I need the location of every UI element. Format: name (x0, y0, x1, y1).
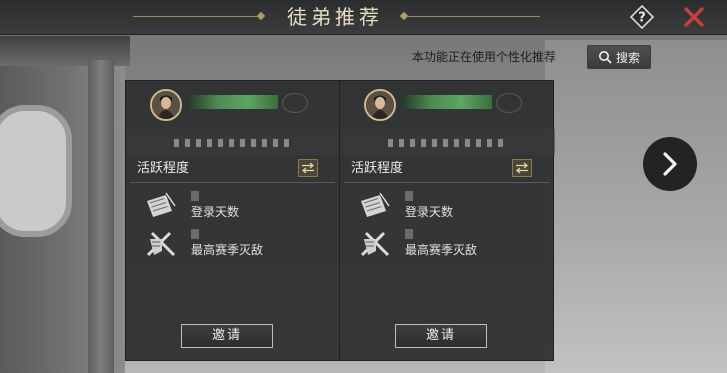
avatar-portrait (152, 91, 180, 119)
blurred-player-id (174, 139, 294, 147)
player-name-bar (402, 95, 492, 109)
page-title: 徒弟推荐 (287, 5, 383, 29)
swap-arrows-icon (301, 162, 315, 174)
crossed-blades-icon (146, 231, 176, 257)
activity-label: 活跃程度 (137, 161, 190, 176)
close-button[interactable] (682, 5, 706, 29)
card-ornament (496, 93, 522, 113)
stat-max-kills: 最高赛季灭敌 (144, 229, 324, 263)
stat-max-kills: 最高赛季灭敌 (358, 229, 538, 263)
chevron-right-icon (663, 152, 677, 176)
scroll-brush-icon (147, 192, 177, 217)
background-window (0, 105, 72, 237)
background-haze (545, 40, 727, 373)
search-button[interactable]: 搜索 (587, 45, 651, 69)
player-id-row (126, 129, 341, 155)
stat-login-days: 登录天数 (358, 191, 538, 225)
background-pillar (88, 60, 114, 373)
search-label: 搜索 (615, 50, 640, 65)
invite-button[interactable]: 邀请 (181, 324, 273, 348)
activity-header: 活跃程度 (130, 156, 335, 183)
title-diamond-left (256, 11, 266, 21)
stat-value-hidden (191, 229, 199, 239)
avatar-portrait (366, 91, 394, 119)
stat-label: 登录天数 (191, 205, 240, 219)
player-id-row (340, 129, 555, 155)
stat-login-days: 登录天数 (144, 191, 324, 225)
card-ornament (282, 93, 308, 113)
question-diamond-icon: ? (629, 4, 655, 30)
avatar[interactable] (364, 89, 396, 121)
player-name-bar (188, 95, 278, 109)
swap-button[interactable] (512, 159, 532, 177)
close-x-icon (684, 7, 704, 27)
title-ornament-left (133, 16, 261, 17)
personalized-notice: 本功能正在使用个性化推荐 (412, 50, 557, 64)
disciple-card: 活跃程度 登录天数 最高赛季灭敌 邀请 (125, 80, 341, 361)
stat-label: 最高赛季灭敌 (191, 243, 264, 257)
blurred-player-id (388, 139, 508, 147)
svg-text:?: ? (638, 11, 646, 26)
title-ornament-right (405, 16, 540, 17)
scroll-brush-icon (361, 192, 391, 217)
next-page-button[interactable] (643, 137, 697, 191)
stat-value-hidden (405, 229, 413, 239)
stat-label: 登录天数 (405, 205, 454, 219)
swap-arrows-icon (515, 162, 529, 174)
swap-button[interactable] (298, 159, 318, 177)
activity-label: 活跃程度 (351, 161, 404, 176)
stat-label: 最高赛季灭敌 (405, 243, 478, 257)
title-bar: 徒弟推荐 ? (0, 0, 727, 35)
invite-button[interactable]: 邀请 (395, 324, 487, 348)
avatar[interactable] (150, 89, 182, 121)
crossed-blades-icon (360, 231, 390, 257)
disciple-card: 活跃程度 登录天数 最高赛季灭敌 邀请 (339, 80, 555, 361)
stat-value-hidden (191, 191, 199, 201)
activity-header: 活跃程度 (344, 156, 549, 183)
search-icon (598, 51, 612, 64)
stat-value-hidden (405, 191, 413, 201)
help-button[interactable]: ? (629, 4, 655, 30)
